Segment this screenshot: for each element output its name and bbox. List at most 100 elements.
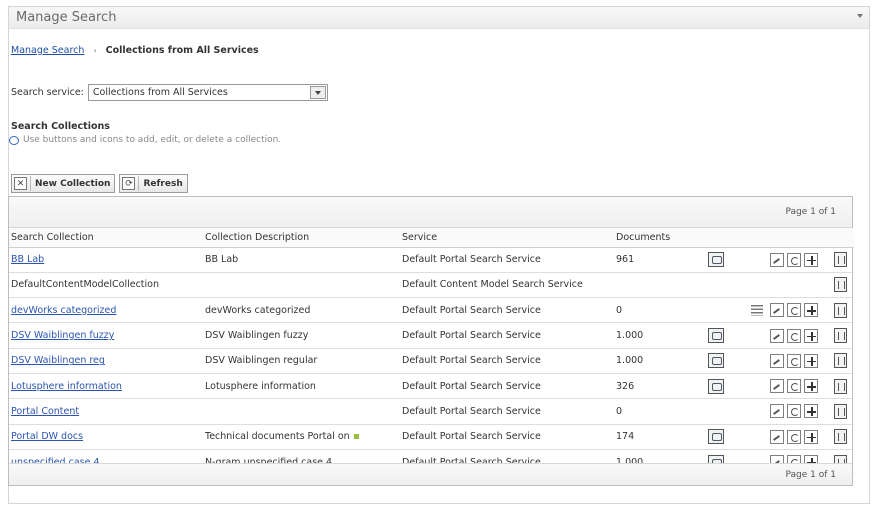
- edit-icon[interactable]: [770, 252, 784, 267]
- status-flag-icon: [353, 434, 359, 440]
- cell-export: [700, 247, 734, 273]
- breadcrumb-manage-search-link[interactable]: Manage Search: [11, 45, 84, 56]
- list-icon[interactable]: [751, 304, 763, 316]
- cell-documents: 174: [614, 424, 700, 450]
- cell-documents: [614, 272, 700, 299]
- export-icon[interactable]: [707, 353, 724, 369]
- add-icon[interactable]: [804, 328, 818, 343]
- delete-icon[interactable]: [834, 403, 847, 419]
- cell-description: Technical documents Portal on: [203, 424, 400, 450]
- portlet-menu-icon[interactable]: [857, 14, 863, 18]
- delete-icon[interactable]: [834, 328, 847, 344]
- cell-list: [734, 272, 768, 299]
- new-collection-label: New Collection: [35, 178, 111, 189]
- collections-table-body: BB Lab BB Lab Default Portal Search Servic…: [9, 247, 854, 476]
- portlet-titlebar: Manage Search: [9, 7, 869, 29]
- cell-description: [203, 398, 400, 425]
- delete-icon[interactable]: [834, 429, 847, 445]
- cell-collection-name: DefaultContentModelCollection: [9, 272, 203, 299]
- refresh-label: Refresh: [143, 178, 183, 189]
- table-header-row: Search Collection Collection Description…: [9, 228, 854, 248]
- refresh-icon[interactable]: [787, 252, 801, 267]
- edit-icon[interactable]: [770, 404, 784, 419]
- cell-list: [734, 424, 768, 450]
- refresh-icon[interactable]: [787, 303, 801, 318]
- refresh-icon: ⟳: [122, 177, 136, 190]
- button-divider: [30, 176, 31, 191]
- cell-export: [700, 272, 734, 299]
- collection-description: BB Lab: [205, 254, 239, 266]
- cell-export: [700, 348, 734, 374]
- cell-collection-name: BB Lab: [9, 247, 203, 273]
- col-header-service[interactable]: Service: [400, 228, 614, 248]
- cell-delete: [830, 398, 854, 425]
- export-icon[interactable]: [707, 328, 724, 344]
- cell-actions: [768, 297, 830, 324]
- cell-documents: 961: [614, 247, 700, 273]
- edit-icon[interactable]: [770, 303, 784, 318]
- cell-actions: [768, 398, 830, 425]
- refresh-button[interactable]: ⟳ Refresh: [119, 174, 188, 193]
- cell-actions: [768, 373, 830, 400]
- new-collection-button[interactable]: ✕ New Collection: [11, 174, 116, 193]
- collection-link[interactable]: devWorks categorized: [11, 305, 116, 316]
- refresh-icon[interactable]: [787, 379, 801, 394]
- add-icon[interactable]: [804, 429, 818, 444]
- refresh-icon[interactable]: [787, 429, 801, 444]
- collection-link[interactable]: Portal DW docs: [11, 431, 83, 442]
- col-header-collection[interactable]: Search Collection: [9, 228, 203, 248]
- add-icon[interactable]: [804, 404, 818, 419]
- export-icon[interactable]: [707, 378, 724, 394]
- add-icon[interactable]: [804, 252, 818, 267]
- cell-documents: 1.000: [614, 322, 700, 349]
- edit-icon[interactable]: [770, 379, 784, 394]
- chevron-down-icon[interactable]: [309, 86, 326, 99]
- search-service-row: Search service: Collections from All Ser…: [11, 84, 328, 101]
- cell-export: [700, 297, 734, 324]
- cell-export: [700, 373, 734, 400]
- delete-icon[interactable]: [834, 277, 847, 293]
- col-header-description[interactable]: Collection Description: [203, 228, 400, 248]
- collection-link[interactable]: BB Lab: [11, 254, 44, 265]
- collections-table-box: Page 1 of 1 Search Collection Collection…: [8, 196, 854, 486]
- search-service-select[interactable]: Collections from All Services: [87, 84, 328, 101]
- delete-icon[interactable]: [834, 302, 847, 318]
- add-icon[interactable]: [804, 379, 818, 394]
- cell-documents: 326: [614, 373, 700, 400]
- cell-service: Default Portal Search Service: [400, 247, 614, 273]
- edit-icon[interactable]: [770, 429, 784, 444]
- cell-service: Default Portal Search Service: [400, 398, 614, 425]
- cell-actions: [768, 348, 830, 374]
- collections-table: Search Collection Collection Description…: [9, 228, 854, 476]
- refresh-icon[interactable]: [787, 353, 801, 368]
- pager-top-text: Page 1 of 1: [785, 207, 837, 217]
- delete-icon[interactable]: [834, 353, 847, 369]
- collection-link[interactable]: DSV Waiblingen reg: [11, 355, 105, 366]
- edit-icon[interactable]: [770, 328, 784, 343]
- table-row: DefaultContentModelCollection Default Con…: [9, 272, 854, 299]
- delete-icon[interactable]: [834, 378, 847, 394]
- delete-icon[interactable]: [834, 252, 847, 268]
- add-icon[interactable]: [804, 353, 818, 368]
- collection-description: Lotusphere information: [205, 380, 316, 392]
- edit-icon[interactable]: [770, 353, 784, 368]
- button-divider: [138, 176, 140, 191]
- cell-collection-name: Portal Content: [9, 398, 203, 425]
- refresh-icon[interactable]: [787, 328, 801, 343]
- export-icon[interactable]: [707, 252, 724, 268]
- table-row: Portal Content Default Portal Search Serv…: [9, 398, 854, 425]
- cell-list: [734, 247, 768, 273]
- collection-link[interactable]: DSV Waiblingen fuzzy: [11, 330, 114, 341]
- refresh-icon[interactable]: [787, 404, 801, 419]
- export-icon[interactable]: [707, 429, 724, 445]
- cell-description: BB Lab: [203, 247, 400, 273]
- cell-actions: [768, 247, 830, 273]
- collection-link[interactable]: Lotusphere information: [11, 381, 122, 392]
- cell-actions: [768, 272, 830, 299]
- col-header-documents[interactable]: Documents: [614, 228, 700, 248]
- collection-link[interactable]: Portal Content: [11, 406, 79, 417]
- col-header-delete: [830, 228, 854, 248]
- table-row: DSV Waiblingen fuzzy DSV Waiblingen fuzzy…: [9, 322, 854, 349]
- add-icon[interactable]: [804, 303, 818, 318]
- collection-description: devWorks categorized: [205, 304, 311, 316]
